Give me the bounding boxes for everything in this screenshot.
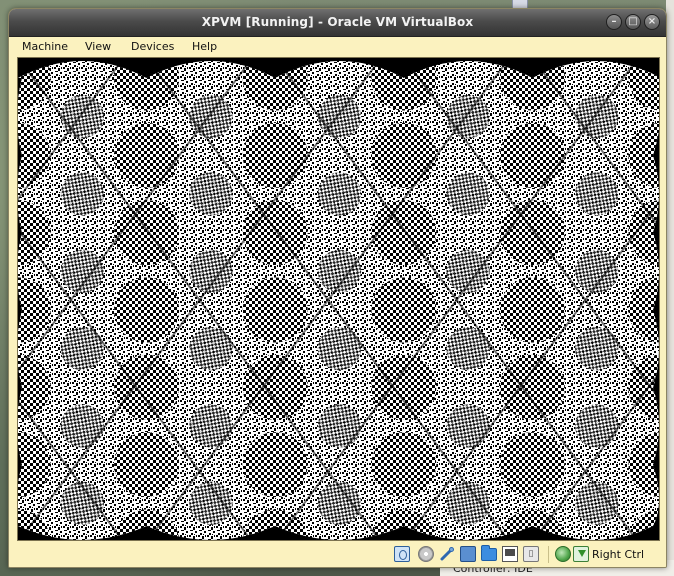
checker-disc bbox=[242, 122, 308, 188]
checker-disc bbox=[371, 122, 437, 188]
checker-disc-inner bbox=[317, 249, 362, 293]
checker-disc bbox=[499, 200, 565, 266]
checker-disc-inner bbox=[60, 249, 104, 293]
pattern-body bbox=[18, 61, 659, 540]
checker-disc-inner bbox=[575, 95, 619, 139]
optical-drive-icon[interactable] bbox=[418, 546, 434, 562]
checker-disc-inner bbox=[575, 172, 619, 216]
usb-icon-graphic bbox=[440, 547, 454, 561]
status-bar: ▯ Right Ctrl bbox=[9, 542, 666, 567]
checker-disc bbox=[114, 277, 180, 343]
checker-disc-inner bbox=[446, 327, 490, 371]
checker-disc-inner bbox=[60, 95, 104, 139]
pattern-tiles bbox=[18, 61, 659, 540]
maximize-button[interactable]: □ bbox=[625, 14, 641, 30]
checker-disc bbox=[114, 354, 180, 420]
checker-disc bbox=[242, 432, 308, 498]
checker-disc-inner bbox=[60, 327, 104, 371]
checker-disc bbox=[499, 122, 565, 188]
checker-disc bbox=[371, 432, 437, 498]
checker-disc bbox=[499, 277, 565, 343]
checker-disc-inner bbox=[317, 404, 362, 448]
checker-disc bbox=[499, 432, 565, 498]
checker-disc-inner bbox=[317, 172, 362, 216]
checker-disc bbox=[499, 354, 565, 420]
checker-disc-inner bbox=[446, 249, 490, 293]
shared-folders-icon[interactable] bbox=[481, 545, 497, 561]
title-bar[interactable]: XPVM [Running] - Oracle VM VirtualBox – … bbox=[9, 9, 666, 37]
checker-disc-inner bbox=[317, 95, 362, 139]
usb-icon[interactable] bbox=[439, 546, 455, 562]
menu-view[interactable]: View bbox=[81, 39, 115, 54]
checker-disc bbox=[371, 354, 437, 420]
mouse-integration-icon[interactable] bbox=[555, 546, 571, 562]
vt-x-icon[interactable]: ▯ bbox=[523, 546, 539, 562]
window-title: XPVM [Running] - Oracle VM VirtualBox bbox=[201, 15, 474, 29]
checker-disc-inner bbox=[189, 404, 233, 448]
checker-disc-inner bbox=[189, 249, 233, 293]
vm-guest-display[interactable] bbox=[17, 57, 660, 541]
host-key-label[interactable]: Right Ctrl bbox=[592, 548, 644, 561]
checker-disc bbox=[114, 122, 180, 188]
menu-devices[interactable]: Devices bbox=[127, 39, 178, 54]
checker-disc-inner bbox=[446, 95, 490, 139]
checker-disc-inner bbox=[446, 404, 490, 448]
checker-disc-inner bbox=[189, 95, 233, 139]
checker-disc bbox=[242, 277, 308, 343]
status-separator bbox=[548, 546, 549, 563]
menu-machine[interactable]: Machine bbox=[18, 39, 72, 54]
pattern-graphic bbox=[18, 58, 659, 540]
virtualbox-vm-window[interactable]: XPVM [Running] - Oracle VM VirtualBox – … bbox=[8, 8, 667, 568]
menu-bar: Machine View Devices Help bbox=[9, 37, 666, 57]
display-icon[interactable] bbox=[502, 546, 518, 562]
checker-disc bbox=[114, 432, 180, 498]
checker-disc-inner bbox=[317, 327, 362, 371]
checker-disc bbox=[242, 354, 308, 420]
desktop-side-window-edge bbox=[666, 0, 674, 576]
checker-disc bbox=[371, 277, 437, 343]
checker-disc bbox=[371, 200, 437, 266]
close-button[interactable]: × bbox=[644, 14, 660, 30]
checker-disc-inner bbox=[189, 172, 233, 216]
checker-disc-inner bbox=[60, 404, 104, 448]
network-icon[interactable] bbox=[460, 546, 476, 562]
checker-disc-inner bbox=[575, 404, 619, 448]
keyboard-capture-icon[interactable] bbox=[573, 546, 589, 562]
hard-disk-icon[interactable] bbox=[394, 546, 410, 562]
checker-disc-inner bbox=[60, 172, 104, 216]
minimize-button[interactable]: – bbox=[606, 14, 622, 30]
checker-disc bbox=[114, 200, 180, 266]
checker-disc-inner bbox=[189, 327, 233, 371]
menu-help[interactable]: Help bbox=[188, 39, 221, 54]
checker-disc-inner bbox=[575, 249, 619, 293]
checker-disc-inner bbox=[575, 327, 619, 371]
checker-disc bbox=[242, 200, 308, 266]
checker-disc-inner bbox=[446, 172, 490, 216]
